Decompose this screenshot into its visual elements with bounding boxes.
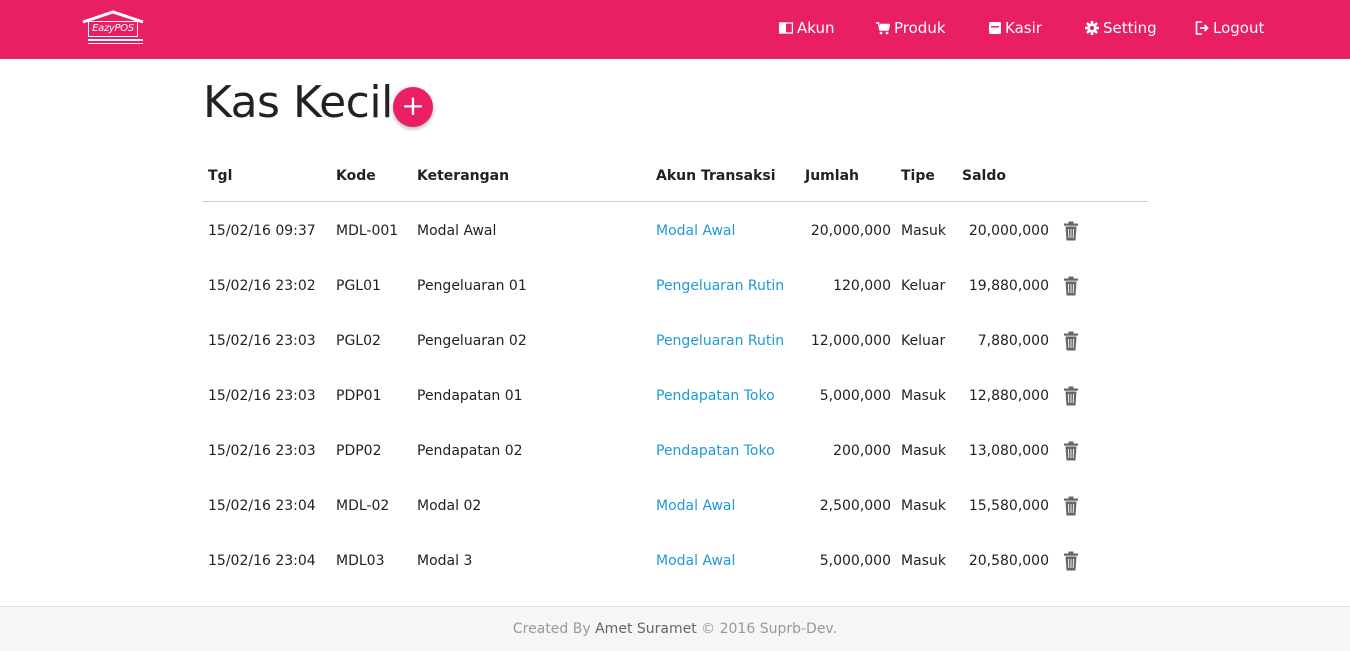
trash-icon[interactable] xyxy=(1063,276,1079,296)
cell-keterangan: Modal Awal xyxy=(417,223,497,239)
cell-keterangan: Pendapatan 02 xyxy=(417,443,523,459)
table-row: 15/02/16 23:03 PDP02 Pendapatan 02 Pendapat… xyxy=(203,422,1148,477)
cell-tgl: 15/02/16 23:04 xyxy=(208,553,316,569)
footer-author[interactable]: Amet Suramet xyxy=(595,621,697,637)
cell-jumlah: 120,000 xyxy=(833,278,891,294)
brand-logo[interactable]: EazyPOS xyxy=(81,10,145,46)
nav-produk-label: Produk xyxy=(894,19,946,37)
cell-kode: PDP02 xyxy=(336,443,382,459)
cell-tgl: 15/02/16 23:02 xyxy=(208,278,316,294)
trash-icon[interactable] xyxy=(1063,496,1079,516)
cell-akun-transaksi-link[interactable]: Modal Awal xyxy=(656,552,735,570)
cell-tgl: 15/02/16 09:37 xyxy=(208,223,316,239)
nav-kasir-label: Kasir xyxy=(1005,19,1042,37)
logout-icon xyxy=(1195,21,1209,35)
cell-akun-transaksi-link[interactable]: Pendapatan Toko xyxy=(656,442,775,460)
table-row: 15/02/16 23:03 PDP01 Pendapatan 01 Pendapat… xyxy=(203,367,1148,422)
nav-logout[interactable]: Logout xyxy=(1195,17,1264,39)
cell-tipe: Masuk xyxy=(901,553,946,569)
table-row: 15/02/16 09:37 MDL-001 Modal Awal Modal Awa… xyxy=(203,202,1148,257)
table-row: 15/02/16 23:02 PGL01 Pengeluaran 01 Pengelu… xyxy=(203,257,1148,312)
cell-jumlah: 200,000 xyxy=(833,443,891,459)
cell-jumlah: 5,000,000 xyxy=(819,388,891,404)
header-tipe: Tipe xyxy=(901,168,935,184)
trash-icon[interactable] xyxy=(1063,551,1079,571)
nav-akun[interactable]: Akun xyxy=(779,17,835,39)
cell-kode: PGL01 xyxy=(336,278,381,294)
header-keterangan: Keterangan xyxy=(417,168,510,184)
cell-saldo: 12,880,000 xyxy=(968,388,1049,404)
cell-kode: MDL-02 xyxy=(336,498,390,514)
cell-jumlah: 12,000,000 xyxy=(810,333,891,349)
cell-saldo: 15,580,000 xyxy=(968,498,1049,514)
header-kode: Kode xyxy=(336,168,376,184)
table-row: 15/02/16 23:03 PGL02 Pengeluaran 02 Pengelu… xyxy=(203,312,1148,367)
header-tgl: Tgl xyxy=(208,168,233,184)
cell-tipe: Keluar xyxy=(901,333,946,349)
header-jumlah: Jumlah xyxy=(805,168,859,184)
nav-setting[interactable]: Setting xyxy=(1085,17,1157,39)
cell-keterangan: Pengeluaran 02 xyxy=(417,333,527,349)
trash-icon[interactable] xyxy=(1063,221,1079,241)
table-header: Tgl Kode Keterangan Akun Transaksi Jumla… xyxy=(203,158,1148,202)
cell-akun-transaksi-link[interactable]: Pengeluaran Rutin xyxy=(656,277,784,295)
footer-prefix: Created By xyxy=(512,621,591,637)
navbar: EazyPOS Akun Produk Kasir Setting Logout xyxy=(0,0,1350,59)
cell-jumlah: 5,000,000 xyxy=(819,553,891,569)
cell-tipe: Masuk xyxy=(901,223,946,239)
cell-saldo: 7,880,000 xyxy=(977,333,1049,349)
cell-kode: MDL03 xyxy=(336,553,385,569)
header-saldo: Saldo xyxy=(962,168,1006,184)
kas-kecil-table: Tgl Kode Keterangan Akun Transaksi Jumla… xyxy=(203,158,1148,587)
cell-jumlah: 20,000,000 xyxy=(810,223,891,239)
cell-tipe: Keluar xyxy=(901,278,946,294)
cell-tipe: Masuk xyxy=(901,388,946,404)
nav-produk[interactable]: Produk xyxy=(876,17,946,39)
cell-tgl: 15/02/16 23:03 xyxy=(208,443,316,459)
cell-akun-transaksi-link[interactable]: Pendapatan Toko xyxy=(656,387,775,405)
cell-keterangan: Modal 3 xyxy=(417,553,473,569)
trash-icon[interactable] xyxy=(1063,331,1079,351)
cell-keterangan: Pengeluaran 01 xyxy=(417,278,527,294)
cell-kode: MDL-001 xyxy=(336,223,399,239)
nav-logout-label: Logout xyxy=(1213,19,1265,37)
cell-saldo: 20,000,000 xyxy=(968,223,1049,239)
cell-tgl: 15/02/16 23:04 xyxy=(208,498,316,514)
trash-icon[interactable] xyxy=(1063,386,1079,406)
table-row: 15/02/16 23:04 MDL03 Modal 3 Modal Awal 5,00… xyxy=(203,532,1148,587)
cell-tipe: Masuk xyxy=(901,443,946,459)
header-akun-transaksi: Akun Transaksi xyxy=(656,168,776,184)
cell-keterangan: Modal 02 xyxy=(417,498,482,514)
cell-akun-transaksi-link[interactable]: Modal Awal xyxy=(656,497,735,515)
cell-tgl: 15/02/16 23:03 xyxy=(208,388,316,404)
cell-saldo: 13,080,000 xyxy=(968,443,1049,459)
cell-tgl: 15/02/16 23:03 xyxy=(208,333,316,349)
cell-saldo: 20,580,000 xyxy=(968,553,1049,569)
cell-saldo: 19,880,000 xyxy=(968,278,1049,294)
cell-kode: PGL02 xyxy=(336,333,381,349)
table-body: 15/02/16 09:37 MDL-001 Modal Awal Modal Awa… xyxy=(203,202,1148,587)
cart-icon xyxy=(876,21,890,34)
cell-kode: PDP01 xyxy=(336,388,382,404)
cell-tipe: Masuk xyxy=(901,498,946,514)
cell-akun-transaksi-link[interactable]: Modal Awal xyxy=(656,222,735,240)
nav-setting-label: Setting xyxy=(1103,19,1157,37)
trash-icon[interactable] xyxy=(1063,441,1079,461)
logo-underline xyxy=(88,39,143,41)
nav-akun-label: Akun xyxy=(797,19,835,37)
logo-underline-thin xyxy=(88,43,143,44)
footer: Created By Amet Suramet © 2016 Suprb-Dev… xyxy=(0,606,1350,651)
footer-copyright: © 2016 Suprb-Dev. xyxy=(701,621,838,637)
gear-icon xyxy=(1085,21,1099,35)
cell-jumlah: 2,500,000 xyxy=(819,498,891,514)
nav-kasir[interactable]: Kasir xyxy=(989,17,1042,39)
page-title: Kas Kecil xyxy=(203,77,393,128)
brand-name: EazyPOS xyxy=(88,21,138,37)
cash-register-icon xyxy=(989,22,1001,34)
cell-akun-transaksi-link[interactable]: Pengeluaran Rutin xyxy=(656,332,784,350)
book-icon xyxy=(779,22,793,34)
add-button[interactable]: + xyxy=(393,87,433,127)
cell-keterangan: Pendapatan 01 xyxy=(417,388,523,404)
table-row: 15/02/16 23:04 MDL-02 Modal 02 Modal Awal 2,… xyxy=(203,477,1148,532)
